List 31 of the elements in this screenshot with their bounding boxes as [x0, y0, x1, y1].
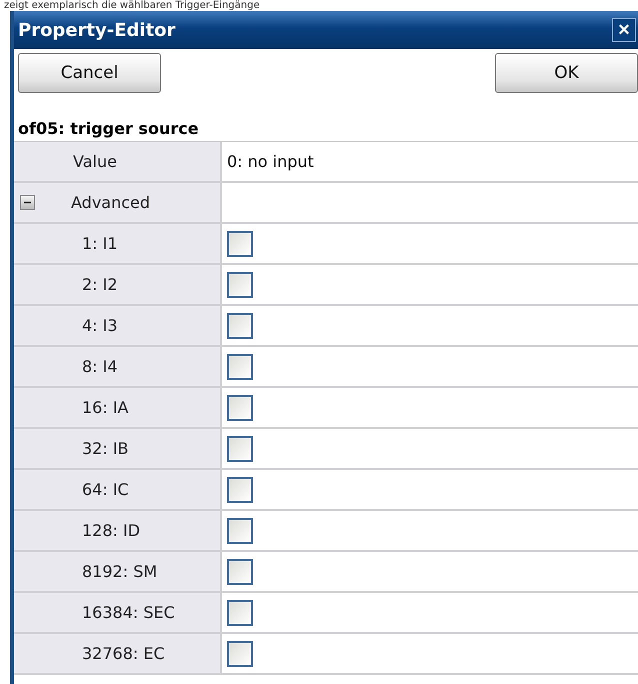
checkbox[interactable] [227, 640, 253, 666]
option-label: 8192: SM [14, 552, 222, 591]
group-label: Advanced [71, 193, 150, 212]
option-label: 32768: EC [14, 634, 222, 673]
checkbox[interactable] [227, 312, 253, 338]
option-label: 8: I4 [14, 347, 222, 386]
option-label: 2: I2 [14, 265, 222, 304]
checkbox[interactable] [227, 518, 253, 544]
checkbox[interactable] [227, 230, 253, 256]
cancel-button[interactable]: Cancel [18, 53, 161, 93]
checkbox[interactable] [227, 394, 253, 420]
checkbox[interactable] [227, 558, 253, 584]
option-label: 128: ID [14, 511, 222, 550]
option-label: 16384: SEC [14, 593, 222, 632]
window-title: Property-Editor [18, 20, 176, 40]
option-label: 16: IA [14, 388, 222, 427]
ok-button[interactable]: OK [495, 53, 638, 93]
option-label: 32: IB [14, 429, 222, 468]
property-heading: of05: trigger source [17, 119, 200, 140]
option-label: 4: I3 [14, 306, 222, 345]
caption-text: zeigt exemplarisch die wählbaren Trigger-Eingänge [3, 0, 261, 11]
option-label: 1: I1 [14, 224, 222, 263]
checkbox[interactable] [227, 600, 253, 626]
checkbox[interactable] [227, 436, 253, 462]
checkbox[interactable] [227, 476, 253, 502]
checkbox[interactable] [227, 272, 253, 298]
close-button[interactable]: × [612, 18, 636, 42]
collapse-toggle[interactable] [20, 195, 35, 210]
property-label: Value [14, 142, 222, 181]
option-label: 64: IC [14, 470, 222, 509]
checkbox[interactable] [227, 354, 253, 380]
